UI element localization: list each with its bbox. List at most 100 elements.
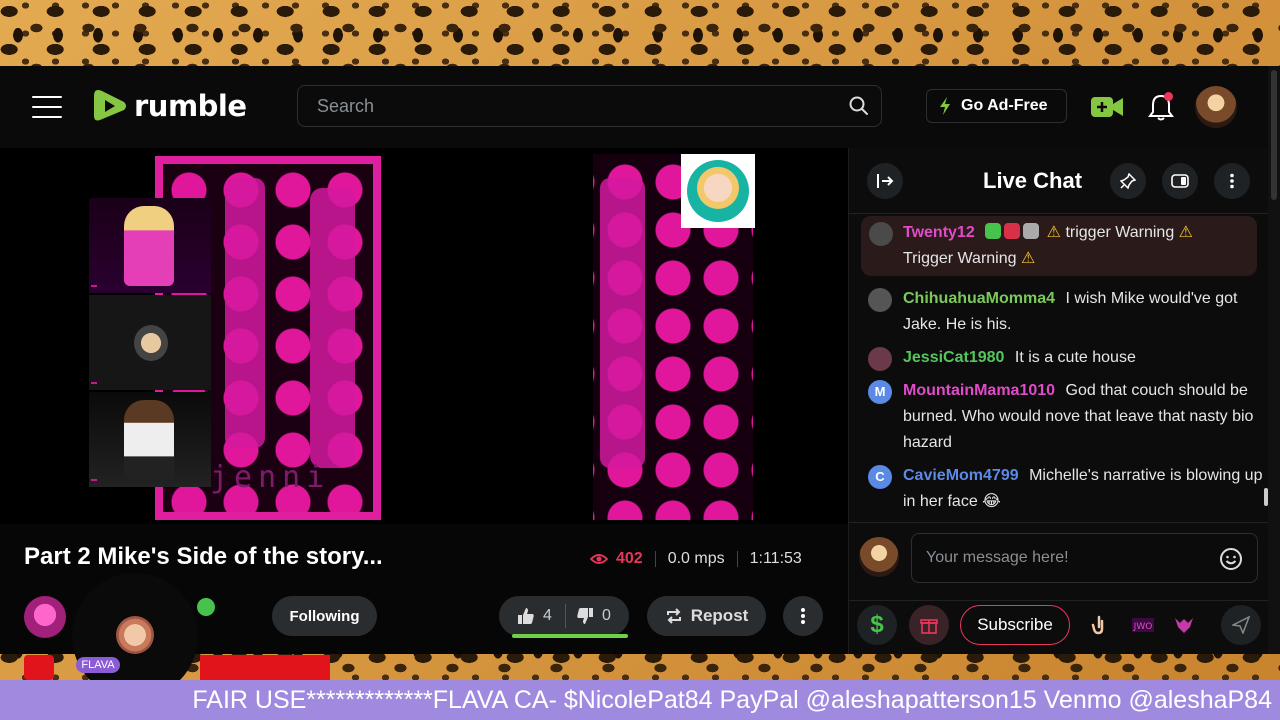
stream-duration: 1:11:53: [749, 550, 802, 567]
chat-messages: Twenty12 ⚠ trigger Warning ⚠ Trigger War…: [849, 216, 1269, 518]
chat-message[interactable]: C CavieMom4799 Michelle's narrative is b…: [849, 463, 1269, 515]
like-count: 4: [543, 607, 552, 624]
page-scrollbar[interactable]: [1268, 66, 1280, 654]
chat-actions: $ Subscribe JWO: [849, 600, 1280, 654]
video-player[interactable]: jenni: [0, 148, 848, 524]
rumble-logo[interactable]: rumble: [92, 86, 247, 126]
search-icon[interactable]: [848, 95, 870, 117]
video-stats: 402 0.0 mps 1:11:53: [590, 550, 802, 568]
repost-label: Repost: [690, 606, 749, 625]
video-watermark: jenni: [210, 460, 331, 495]
like-button[interactable]: 4: [499, 607, 565, 625]
paint-stroke: [310, 188, 355, 468]
collapse-chat-button[interactable]: [867, 163, 903, 199]
more-vertical-icon: [801, 608, 805, 624]
chat-message[interactable]: JessiCat1980 It is a cute house: [849, 345, 1269, 371]
search-bar[interactable]: [297, 85, 882, 127]
go-ad-free-button[interactable]: Go Ad-Free: [926, 89, 1067, 123]
dislike-count: 0: [602, 607, 611, 624]
notification-dot: [1164, 92, 1173, 101]
dislike-button[interactable]: 0: [566, 607, 611, 625]
rant-button[interactable]: $: [857, 605, 897, 645]
gift-button[interactable]: [909, 605, 949, 645]
logo-text: rumble: [134, 89, 247, 123]
chat-title: Live Chat: [983, 168, 1083, 193]
chat-text: trigger Warning: [1065, 224, 1175, 241]
repost-icon: [666, 608, 681, 624]
chat-username[interactable]: MountainMama1010: [903, 382, 1055, 399]
send-button[interactable]: [1221, 605, 1261, 645]
go-live-camera-icon[interactable]: [1090, 92, 1124, 122]
warning-icon: ⚠: [1020, 250, 1036, 267]
guest-camera: [89, 295, 211, 390]
guest-camera: [89, 392, 211, 487]
emoji-icon[interactable]: [1219, 547, 1243, 571]
hand-emote-icon[interactable]: [1089, 615, 1113, 635]
chat-more-button[interactable]: [1214, 163, 1250, 199]
chat-username[interactable]: Twenty12: [903, 224, 975, 241]
jwo-emote-icon[interactable]: JWO: [1131, 615, 1155, 635]
guest-avatar: [116, 616, 154, 654]
chat-avatar: C: [868, 465, 892, 489]
rumble-logo-icon: [94, 90, 126, 121]
user-avatar[interactable]: [1195, 86, 1237, 128]
thumbs-up-icon: [518, 608, 534, 624]
vote-buttons: 4 0: [499, 596, 629, 636]
creature-emote-icon[interactable]: [1172, 615, 1196, 635]
pin-button[interactable]: [1110, 163, 1146, 199]
mps-count: 0.0 mps: [667, 550, 725, 567]
channel-avatar[interactable]: [24, 596, 66, 638]
badge-icon: [1023, 223, 1040, 239]
chat-message[interactable]: ChihuahuaMomma4 I wish Mike would've got…: [849, 286, 1269, 338]
overlay-graphic: [24, 655, 54, 680]
chat-message-input[interactable]: [912, 534, 1257, 582]
chat-text: Trigger Warning: [903, 250, 1017, 267]
chat-username[interactable]: JessiCat1980: [903, 349, 1004, 366]
view-count: 402: [616, 550, 643, 567]
send-icon: [1232, 616, 1250, 634]
more-vertical-icon: [1230, 173, 1234, 189]
paint-stroke: [600, 178, 645, 468]
chat-input-wrapper[interactable]: [911, 533, 1258, 583]
chat-avatar: M: [868, 380, 892, 404]
pin-icon: [1120, 173, 1136, 189]
lightning-icon: [940, 97, 950, 115]
vote-ratio-bar: [512, 634, 628, 638]
warning-icon: ⚠: [1178, 224, 1194, 241]
stream-banner: FAIR USE*************FLAVA CA- $NicolePa…: [0, 680, 1280, 720]
repost-button[interactable]: Repost: [647, 596, 766, 636]
chat-compose: [849, 522, 1280, 598]
svg-text:JWO: JWO: [1133, 622, 1153, 632]
menu-icon[interactable]: [32, 96, 62, 118]
top-header: rumble Go Ad-Free: [0, 66, 1280, 148]
chat-message[interactable]: Twenty12 ⚠ trigger Warning ⚠ Trigger War…: [861, 216, 1257, 276]
search-input[interactable]: [298, 95, 848, 117]
live-chat-panel: Live Chat Twenty12 ⚠ trigger Warning ⚠ T…: [848, 148, 1280, 654]
badge-icon: [985, 223, 1002, 239]
verified-icon: [197, 598, 215, 616]
more-options-button[interactable]: [783, 596, 823, 636]
chat-text: It is a cute house: [1014, 349, 1136, 366]
warning-icon: ⚠: [1046, 224, 1061, 241]
subscribe-button[interactable]: Subscribe: [960, 605, 1070, 645]
compose-avatar: [859, 537, 899, 577]
guest-cameras: [89, 198, 211, 524]
collapse-icon: [877, 174, 894, 188]
theater-mode-button[interactable]: [1162, 163, 1198, 199]
chat-header: Live Chat: [849, 148, 1280, 214]
layout-icon: [1171, 174, 1189, 188]
guest-camera: [89, 198, 211, 293]
go-ad-free-label: Go Ad-Free: [961, 97, 1048, 114]
rumble-app: rumble Go Ad-Free: [0, 66, 1280, 654]
chat-username[interactable]: CavieMom4799: [903, 467, 1019, 484]
guest-label: FLAVA: [76, 657, 120, 673]
following-button[interactable]: Following: [272, 596, 377, 636]
chat-avatar: [868, 347, 892, 371]
badge-icon: [1004, 223, 1021, 239]
chat-message[interactable]: M MountainMama1010 God that couch should…: [849, 378, 1269, 456]
chat-username[interactable]: ChihuahuaMomma4: [903, 290, 1055, 307]
overlay-graphic: [200, 655, 330, 680]
banner-text: FAIR USE*************FLAVA CA- $NicolePa…: [192, 685, 1272, 714]
eye-icon: [590, 554, 608, 564]
chat-avatar: [869, 222, 893, 246]
